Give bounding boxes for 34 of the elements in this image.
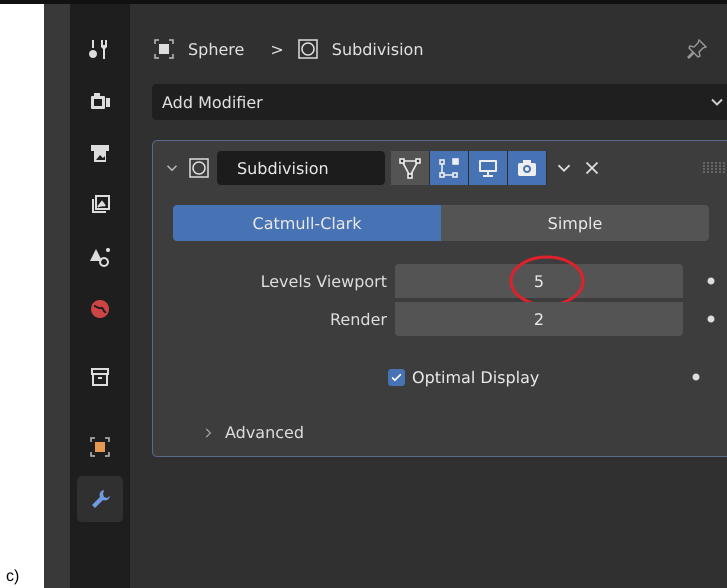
breadcrumb-separator: > bbox=[270, 40, 284, 58]
pin-icon bbox=[685, 37, 709, 61]
display-toggle[interactable] bbox=[469, 151, 508, 185]
keyframe-dot[interactable] bbox=[692, 373, 700, 381]
checkmark-icon bbox=[390, 370, 403, 384]
field-label: Render bbox=[329, 310, 388, 328]
modifier-icon bbox=[296, 37, 320, 61]
chevron-down-icon bbox=[711, 98, 723, 106]
object-icon bbox=[152, 37, 176, 61]
method-option[interactable]: Simple bbox=[441, 205, 709, 241]
object-icon bbox=[88, 435, 112, 459]
add-modifier-dropdown[interactable]: Add Modifier bbox=[152, 84, 727, 120]
modifier-name: Subdivision bbox=[332, 40, 424, 58]
checkbox[interactable] bbox=[388, 368, 405, 386]
scene-icon bbox=[88, 245, 112, 269]
keyframe-dot[interactable] bbox=[707, 315, 715, 323]
display-toggle[interactable] bbox=[391, 151, 430, 185]
edit-mode-icon bbox=[437, 156, 461, 180]
triangle-vertex-icon bbox=[398, 156, 422, 180]
modifier-name-field[interactable]: Subdivision bbox=[217, 151, 385, 185]
modifier-icon bbox=[187, 156, 211, 180]
box-icon bbox=[88, 365, 112, 389]
method-option[interactable]: Catmull-Clark bbox=[173, 205, 441, 241]
field-label: Levels Viewport bbox=[260, 272, 388, 290]
number-field[interactable]: 2 bbox=[395, 302, 683, 336]
checkbox-label: Optimal Display bbox=[412, 368, 540, 386]
figure-caption: c) bbox=[5, 568, 20, 587]
keyframe-dot[interactable] bbox=[707, 277, 715, 285]
number-field[interactable]: 5 bbox=[395, 264, 683, 298]
section-title[interactable]: Advanced bbox=[225, 423, 304, 442]
globe-icon bbox=[88, 297, 112, 321]
display-toggle[interactable] bbox=[508, 151, 547, 185]
display-toggle[interactable] bbox=[430, 151, 469, 185]
object-name: Sphere bbox=[188, 40, 244, 58]
